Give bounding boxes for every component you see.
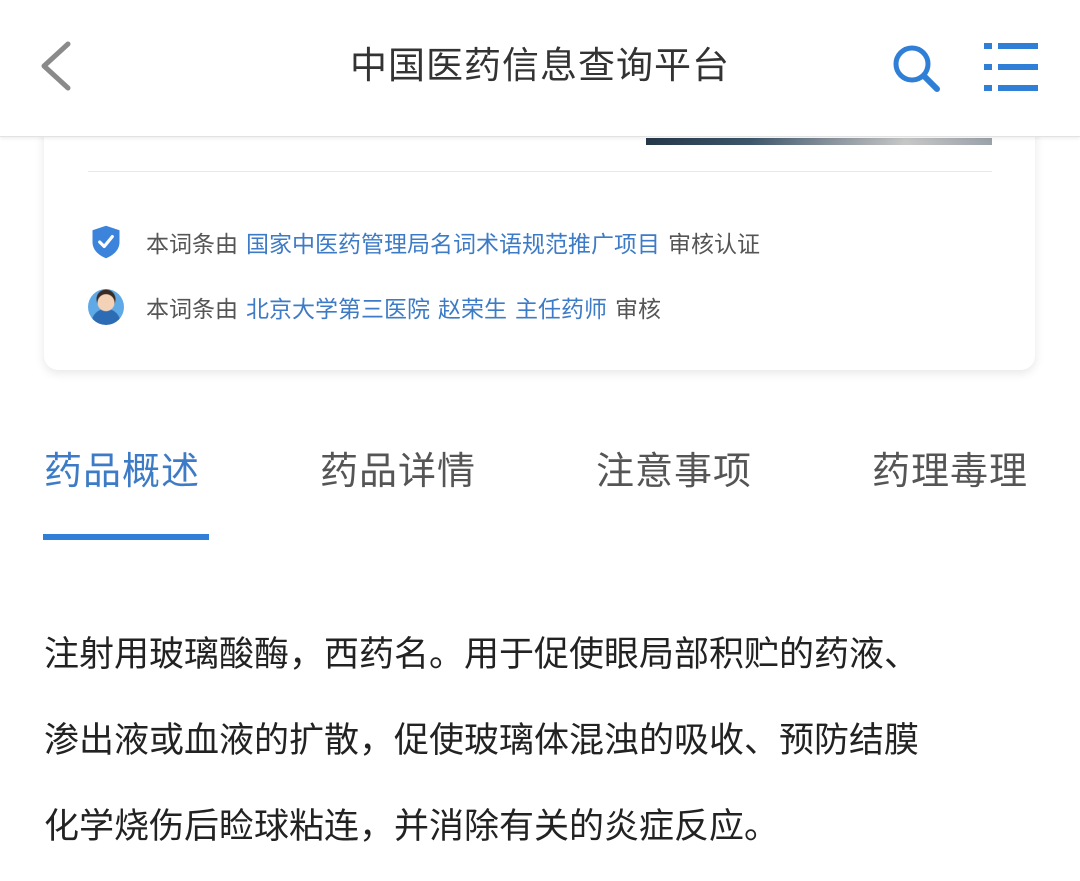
menu-button[interactable] <box>980 38 1042 96</box>
active-tab-indicator <box>43 534 209 540</box>
verification-prefix: 本词条由 <box>146 232 238 258</box>
authority-link[interactable]: 国家中医药管理局名词术语规范推广项目 <box>246 225 660 259</box>
reviewer-name-link[interactable]: 赵荣生 <box>438 290 507 324</box>
back-button[interactable] <box>30 36 86 96</box>
reviewer-avatar[interactable] <box>88 289 124 325</box>
tab-details[interactable]: 药品详情 <box>320 446 476 496</box>
page-title: 中国医药信息查询平台 <box>350 44 730 87</box>
search-icon <box>893 45 940 92</box>
verification-suffix: 审核认证 <box>668 232 760 258</box>
menu-list-icon <box>984 43 1038 91</box>
content-line: 渗出液或血液的扩散，促使玻璃体混浊的吸收、预防结膜 <box>44 721 920 761</box>
top-navigation-bar: 中国医药信息查询平台 <box>0 0 1080 137</box>
tab-pharmacology[interactable]: 药理毒理 <box>872 446 1028 496</box>
hospital-link[interactable]: 北京大学第三医院 <box>246 290 430 324</box>
drug-image-edge <box>646 138 992 145</box>
tab-overview[interactable]: 药品概述 <box>44 446 200 496</box>
verification-prefix: 本词条由 <box>146 297 238 323</box>
reviewer-title-link[interactable]: 主任药师 <box>515 290 607 324</box>
tab-precautions[interactable]: 注意事项 <box>596 446 752 496</box>
verification-row-reviewer: 本词条由 北京大学第三医院 赵荣生 主任药师 审核 <box>88 287 992 327</box>
card-divider <box>88 171 992 172</box>
search-button[interactable] <box>888 40 944 96</box>
shield-check-icon <box>92 225 120 259</box>
drug-overview-text: 注射用玻璃酸酶，西药名。用于促使眼局部积贮的药液、 渗出液或血液的扩散，促使玻璃… <box>44 612 1044 870</box>
verification-suffix: 审核 <box>615 297 661 323</box>
section-tabs: 药品概述 药品详情 注意事项 药理毒理 <box>0 420 1080 540</box>
verification-row-authority: 本词条由 国家中医药管理局名词术语规范推广项目 审核认证 <box>88 222 992 262</box>
content-line: 注射用玻璃酸酶，西药名。用于促使眼局部积贮的药液、 <box>44 635 920 675</box>
chevron-left-icon <box>41 41 71 91</box>
content-line: 化学烧伤后睑球粘连，并消除有关的炎症反应。 <box>44 807 780 847</box>
verification-card: 本词条由 国家中医药管理局名词术语规范推广项目 审核认证 本词条由 北京大学第三… <box>44 100 1035 370</box>
